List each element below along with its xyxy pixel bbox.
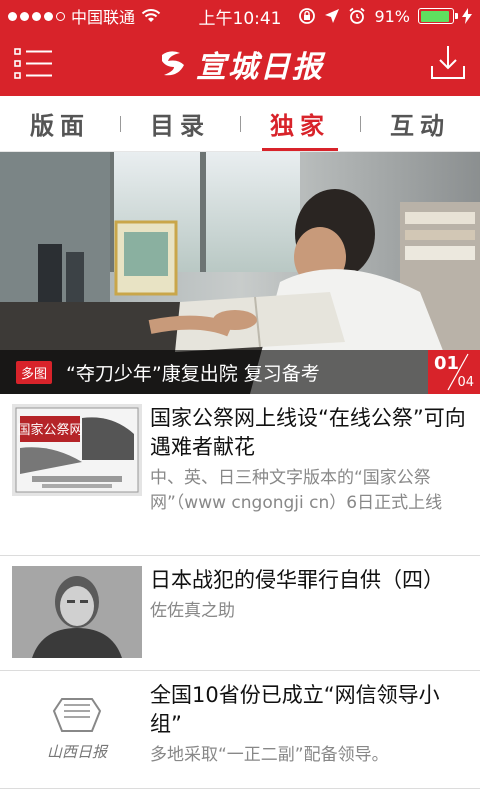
logo-text: 宣城日报: [196, 50, 324, 85]
news-summary: 多地采取“一正二副”配备领导。: [150, 745, 389, 765]
carousel-pager: 01 04: [428, 350, 480, 394]
list-item[interactable]: 山西日报 全国10省份已成立“网信领导小组” 多地采取“一正二副”配备领导。: [0, 671, 480, 789]
multi-image-tag: 多图: [16, 360, 53, 384]
news-summary: 中、英、日三种文字版本的“国家公祭网”（www cngongji cn）6日正式…: [150, 468, 443, 513]
list-item[interactable]: 日本战犯的侵华罪行自供（四） 佐佐真之助: [0, 556, 480, 671]
news-thumbnail: 国家公祭网: [12, 404, 142, 496]
status-bar: 中国联通 上午10:41 91%: [0, 0, 480, 32]
tab-label: 版面: [30, 111, 90, 140]
tab-mulu[interactable]: 目录: [120, 96, 240, 151]
wifi-icon: [141, 9, 161, 22]
tab-banmian[interactable]: 版面: [0, 96, 120, 151]
menu-icon[interactable]: [14, 46, 54, 82]
svg-text:山西日报: 山西日报: [47, 743, 109, 761]
app-logo: 宣城日报: [156, 42, 324, 86]
battery-icon: [418, 8, 458, 24]
hero-caption: 多图 “夺刀少年”康复出院 复习备考: [0, 350, 480, 394]
news-title: 国家公祭网上线设“在线公祭”可向遇难者献花: [150, 406, 466, 459]
rotation-lock-icon: [299, 8, 316, 24]
tab-label: 独家: [270, 111, 330, 140]
app-header: 宣城日报: [0, 32, 480, 96]
tab-hudong[interactable]: 互动: [360, 96, 480, 151]
news-title: 全国10省份已成立“网信领导小组”: [150, 683, 440, 736]
logo-mark-icon: [162, 51, 184, 76]
signal-icon: [8, 11, 65, 21]
download-icon[interactable]: [430, 44, 466, 82]
svg-text:国家公祭网: 国家公祭网: [17, 422, 82, 438]
hero-title: “夺刀少年”康复出院 复习备考: [66, 362, 320, 385]
tab-label: 目录: [150, 111, 210, 140]
battery-percent: 91%: [374, 6, 410, 26]
tab-label: 互动: [390, 111, 450, 140]
list-item[interactable]: 国家公祭网 国家公祭网上线设“在线公祭”可向遇难者献花 中、英、日三种文字版本的…: [0, 394, 480, 556]
news-list: 国家公祭网 国家公祭网上线设“在线公祭”可向遇难者献花 中、英、日三种文字版本的…: [0, 394, 480, 789]
tab-dujia[interactable]: 独家: [240, 96, 360, 151]
location-arrow-icon: [325, 9, 340, 23]
carrier-label: 中国联通: [71, 8, 136, 27]
hero-carousel[interactable]: 多图 “夺刀少年”康复出院 复习备考 01 04: [0, 152, 480, 394]
section-tabs: 版面 目录 独家 互动: [0, 96, 480, 152]
news-title: 日本战犯的侵华罪行自供（四）: [150, 568, 444, 592]
pager-total: 04: [457, 375, 474, 390]
news-thumbnail: [12, 566, 142, 658]
news-thumbnail: 山西日报: [12, 681, 142, 773]
alarm-icon: [349, 7, 366, 24]
news-summary: 佐佐真之助: [150, 601, 235, 621]
charging-icon: [462, 8, 472, 24]
